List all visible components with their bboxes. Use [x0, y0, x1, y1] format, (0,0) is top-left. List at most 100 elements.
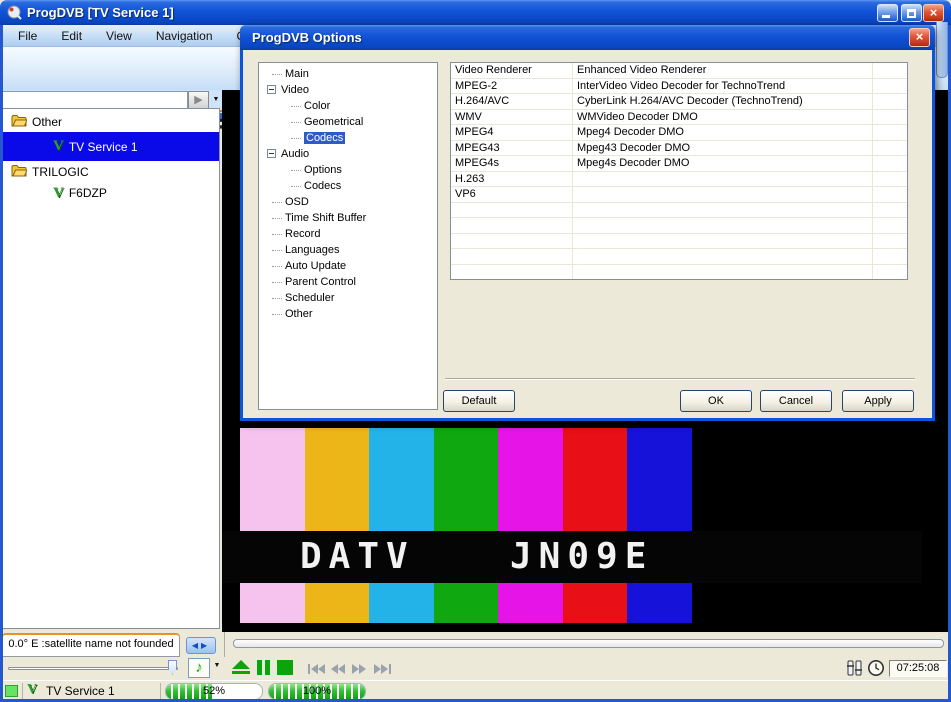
rewind-button[interactable]: [330, 664, 345, 678]
pause-icon: [265, 660, 270, 675]
maximize-button[interactable]: [901, 4, 922, 22]
cancel-button[interactable]: Cancel: [760, 390, 832, 412]
eject-bar: [232, 671, 250, 674]
default-button[interactable]: Default: [443, 390, 515, 412]
codec-table-row[interactable]: [451, 265, 907, 281]
ok-button[interactable]: OK: [680, 390, 752, 412]
menu-edit[interactable]: Edit: [49, 25, 94, 47]
options-tree-item-audio[interactable]: Audio: [281, 146, 309, 162]
color-bars-test-pattern: [240, 428, 692, 623]
signal-strength-bar: 52%: [165, 683, 263, 700]
tab-scroll-buttons[interactable]: ◀▶: [186, 637, 216, 654]
codec-table-row[interactable]: [451, 203, 907, 219]
codec-table-row[interactable]: [451, 249, 907, 265]
options-dialog: ProgDVB Options × MainVideoColorGeometri…: [240, 25, 935, 421]
codec-table-row[interactable]: VP6: [451, 187, 907, 203]
pause-button[interactable]: [257, 660, 271, 675]
options-tree-item-geometrical[interactable]: Geometrical: [291, 114, 363, 130]
minimize-button[interactable]: [877, 4, 898, 22]
next-channel-button[interactable]: [374, 664, 391, 678]
options-tree-item-other[interactable]: Other: [272, 306, 313, 322]
eject-button[interactable]: [232, 660, 250, 676]
tree-expander-icon[interactable]: [267, 85, 276, 94]
options-tree-item-scheduler[interactable]: Scheduler: [272, 290, 335, 306]
arrow-left-icon: ◀: [192, 641, 201, 650]
codec-table-row[interactable]: H.264/AVCCyberLink H.264/AVC Decoder (Te…: [451, 94, 907, 110]
codec-decoder-cell: Mpeg43 Decoder DMO: [572, 141, 872, 156]
codec-format-cell: [451, 203, 572, 218]
tree-expander-icon[interactable]: [267, 149, 276, 158]
divider: [22, 683, 23, 699]
play-icon: ▶: [194, 94, 202, 106]
eject-icon: [232, 660, 250, 669]
options-tree-item-time-shift-buffer[interactable]: Time Shift Buffer: [272, 210, 366, 226]
previous-channel-button[interactable]: [308, 664, 325, 678]
close-button[interactable]: ×: [923, 4, 944, 22]
minimize-icon: [882, 15, 890, 18]
codec-format-cell: [451, 234, 572, 249]
volume-slider-track[interactable]: [8, 667, 178, 670]
dialog-close-button[interactable]: ×: [909, 28, 930, 47]
options-tree-item-video[interactable]: Video: [281, 82, 309, 98]
tree-item-label: Codecs: [304, 180, 341, 192]
stop-button[interactable]: [277, 660, 293, 675]
menu-view[interactable]: View: [94, 25, 144, 47]
codec-extra-cell: [872, 249, 907, 264]
codec-table-row[interactable]: MPEG-2InterVideo Video Decoder for Techn…: [451, 79, 907, 95]
options-tree-item-codecs[interactable]: Codecs: [291, 178, 341, 194]
channel-group-row[interactable]: TRILOGIC: [3, 161, 219, 182]
play-channel-button[interactable]: ▶: [188, 91, 209, 109]
options-tree-item-auto-update[interactable]: Auto Update: [272, 258, 346, 274]
audio-track-button[interactable]: ♪: [188, 658, 210, 678]
skip-next-icon: [374, 664, 391, 675]
seek-bar[interactable]: [233, 639, 944, 648]
audio-track-dropdown[interactable]: ▼: [211, 662, 223, 669]
channel-search-input[interactable]: [2, 91, 188, 109]
channel-row[interactable]: VTV Service 1: [3, 132, 219, 161]
tree-connector: [291, 170, 301, 171]
menu-navigation[interactable]: Navigation: [144, 25, 225, 47]
mixer-button[interactable]: [846, 660, 863, 679]
codec-decoder-cell: Mpeg4s Decoder DMO: [572, 156, 872, 171]
codec-table-row[interactable]: [451, 234, 907, 250]
tree-item-label: Auto Update: [285, 260, 346, 272]
volume-slider-thumb[interactable]: [168, 660, 177, 675]
codec-decoder-cell: [572, 172, 872, 187]
clock-button[interactable]: [867, 659, 885, 680]
options-tree-item-parent-control[interactable]: Parent Control: [272, 274, 356, 290]
codec-table-row[interactable]: WMVWMVideo Decoder DMO: [451, 110, 907, 126]
codec-decoder-cell: WMVideo Decoder DMO: [572, 110, 872, 125]
codec-table-row[interactable]: Video RendererEnhanced Video Renderer: [451, 63, 907, 79]
tree-item-label: Audio: [281, 148, 309, 160]
options-tree-item-osd[interactable]: OSD: [272, 194, 309, 210]
satellite-tab[interactable]: 0.0° E :satellite name not founded: [2, 633, 180, 657]
scrollbar-thumb[interactable]: [936, 22, 948, 78]
options-tree-item-record[interactable]: Record: [272, 226, 320, 242]
channel-label: Other: [32, 115, 62, 129]
equalizer-icon: [846, 660, 863, 676]
codec-table: Video RendererEnhanced Video RendererMPE…: [450, 62, 908, 280]
codec-table-row[interactable]: [451, 218, 907, 234]
options-tree-item-codecs[interactable]: Codecs: [291, 130, 345, 146]
options-tree-item-color[interactable]: Color: [291, 98, 330, 114]
channel-group-row[interactable]: Other: [3, 111, 219, 132]
options-tree-item-main[interactable]: Main: [272, 66, 309, 82]
menu-file[interactable]: File: [6, 25, 49, 47]
codec-table-row[interactable]: H.263: [451, 172, 907, 188]
signal-lock-indicator: [5, 685, 18, 697]
codec-extra-cell: [872, 218, 907, 233]
channel-row[interactable]: VF6DZP: [3, 182, 219, 204]
codec-table-row[interactable]: MPEG4sMpeg4s Decoder DMO: [451, 156, 907, 172]
color-bar: [434, 428, 499, 623]
tree-item-label: Record: [285, 228, 320, 240]
search-dropdown-button[interactable]: ▼: [210, 91, 222, 109]
codec-table-row[interactable]: MPEG43Mpeg43 Decoder DMO: [451, 141, 907, 157]
arrow-right-icon: ▶: [201, 641, 210, 650]
tree-item-label: Codecs: [304, 132, 345, 144]
options-tree-item-options[interactable]: Options: [291, 162, 342, 178]
codec-decoder-cell: InterVideo Video Decoder for TechnoTrend: [572, 79, 872, 94]
codec-table-row[interactable]: MPEG4Mpeg4 Decoder DMO: [451, 125, 907, 141]
options-tree-item-languages[interactable]: Languages: [272, 242, 339, 258]
apply-button[interactable]: Apply: [842, 390, 914, 412]
fast-forward-button[interactable]: [352, 664, 367, 678]
